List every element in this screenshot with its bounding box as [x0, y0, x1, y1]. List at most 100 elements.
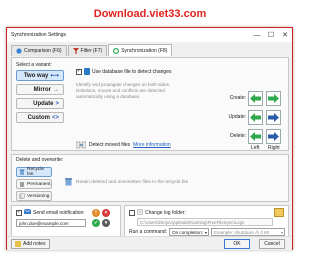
mirror-button[interactable]: Mirror → — [16, 84, 64, 95]
delete-right-arrow-icon — [268, 132, 279, 141]
green-arrow-left-icon — [250, 94, 261, 103]
sync-icon — [113, 47, 120, 54]
more-info-link[interactable]: More information — [133, 142, 171, 148]
minimize-button[interactable]: — — [250, 32, 264, 39]
update-right-button[interactable] — [266, 110, 281, 125]
versioning-label: Versioning — [27, 193, 50, 199]
email-dropdown-button[interactable]: ▾ — [102, 219, 110, 227]
tab-synchronization[interactable]: Synchronization (F8) — [108, 44, 173, 56]
update-arrow-icon: > — [55, 100, 59, 107]
delete-right-button[interactable] — [266, 129, 281, 144]
detect-moved-icon — [75, 141, 87, 149]
update-button[interactable]: Update > — [16, 98, 64, 109]
use-database-label: Use database file to detect changes — [92, 68, 172, 75]
log-folder-path[interactable]: C:\Users\Zenju\AppData\Roaming\FreeFileS… — [137, 218, 273, 226]
banner-text: Download.viet33.com — [93, 8, 207, 20]
dialog-footer: Add notes OK Cancel — [7, 236, 292, 250]
sync-settings-dialog: Synchronization Settings — ☐ ✕ Compariso… — [6, 27, 293, 250]
ok-button[interactable]: OK — [224, 239, 250, 249]
settings-tabs: Comparison (F6) Filter (F7) Synchronizat… — [11, 44, 173, 56]
run-command-input[interactable]: Example: shutdown /s /t 60 ▾ — [211, 228, 285, 236]
run-command-placeholder: Example: shutdown /s /t 60 — [214, 230, 270, 235]
create-label: Create: — [229, 95, 246, 101]
detect-moved-label: Detect moved files — [89, 142, 131, 148]
create-left-button[interactable] — [248, 91, 263, 106]
update-left-button[interactable] — [248, 110, 263, 125]
permanent-delete-icon — [19, 181, 25, 187]
tab-comparison-label: Comparison (F6) — [24, 48, 62, 54]
mirror-label: Mirror — [33, 86, 51, 93]
tab-synchronization-label: Synchronization (F8) — [121, 47, 168, 54]
versioning-icon — [19, 193, 25, 199]
delete-left-arrow-icon — [250, 132, 261, 141]
variant-description: Identify and propagate changes on both s… — [76, 82, 171, 99]
email-warning-button[interactable]: ! — [92, 209, 100, 217]
versioning-button[interactable]: Versioning — [16, 191, 52, 201]
recycle-bin-large-icon — [64, 177, 73, 188]
chevron-down-icon: ▾ — [104, 220, 108, 226]
delete-left-button[interactable] — [248, 129, 263, 144]
two-way-button[interactable]: Two way ⟷ — [16, 70, 64, 81]
left-column-label: Left — [251, 145, 260, 151]
database-icon — [84, 68, 90, 75]
email-panel: ✓ Send email notification: john.doe@exam… — [11, 205, 121, 237]
success-icon: ✓ — [93, 220, 99, 226]
filter-icon — [72, 48, 79, 54]
tab-filter-label: Filter (F7) — [80, 48, 103, 54]
log-folder-checkbox[interactable] — [129, 210, 135, 216]
right-column-label: Right — [268, 145, 280, 151]
tab-filter[interactable]: Filter (F7) — [67, 45, 108, 56]
variant-title: Select a variant: — [16, 62, 52, 68]
close-button[interactable]: ✕ — [278, 31, 292, 39]
use-database-checkbox[interactable]: ✓ — [76, 68, 82, 75]
warning-icon: ! — [95, 210, 97, 216]
log-folder-label: Change log folder: — [145, 210, 186, 216]
two-way-arrow-icon: ⟷ — [50, 73, 59, 79]
update-right-arrow-icon — [268, 113, 279, 122]
error-icon: × — [104, 210, 108, 216]
create-right-button[interactable] — [266, 91, 281, 106]
chevron-down-icon: ▾ — [204, 230, 207, 235]
update-action-label: Update: — [228, 114, 246, 120]
cancel-button[interactable]: Cancel — [259, 239, 285, 249]
mail-icon — [23, 208, 32, 216]
detect-moved-row: Detect moved files More information — [75, 140, 180, 150]
two-way-label: Two way — [23, 72, 49, 79]
tab-comparison[interactable]: Comparison (F6) — [11, 45, 67, 56]
add-notes-button[interactable]: Add notes — [11, 239, 50, 249]
recycle-bin-label: Recycle bin — [27, 167, 45, 177]
delete-label: Delete: — [230, 133, 246, 139]
email-success-button[interactable]: ✓ — [92, 219, 100, 227]
title-bar: Synchronization Settings — ☐ ✕ — [7, 28, 292, 42]
email-error-button[interactable]: × — [102, 209, 110, 217]
run-command-when-select[interactable]: On completion: ▾ — [169, 228, 209, 236]
run-command-label: Run a command: — [129, 229, 168, 235]
note-icon — [15, 241, 21, 247]
permanent-label: Permanent — [27, 181, 51, 187]
log-panel: Change log folder: C:\Users\Zenju\AppDat… — [124, 205, 289, 237]
delete-overwrite-panel: Delete and overwrite: Recycle bin Perman… — [11, 154, 289, 202]
recycle-bin-button[interactable]: Recycle bin — [16, 167, 52, 177]
permanent-button[interactable]: Permanent — [16, 179, 52, 189]
update-label: Update — [33, 100, 54, 107]
custom-arrow-icon: <> — [51, 114, 59, 121]
window-title: Synchronization Settings — [11, 32, 67, 38]
variant-panel: Select a variant: Two way ⟷ Mirror → Upd… — [11, 57, 289, 151]
custom-button[interactable]: Custom <> — [16, 112, 64, 123]
comparison-icon — [16, 48, 22, 54]
delete-overwrite-title: Delete and overwrite: — [16, 157, 64, 163]
log-folder-icon — [137, 209, 143, 217]
email-notification-label: Send email notification: — [33, 209, 85, 216]
email-checkbox[interactable]: ✓ — [16, 209, 22, 216]
maximize-button[interactable]: ☐ — [264, 31, 278, 39]
site-banner: Download.viet33.com — [6, 4, 294, 24]
chevron-down-icon: ▾ — [280, 230, 283, 235]
custom-label: Custom — [27, 114, 50, 121]
delete-description-row: Retain deleted and overwritten files in … — [64, 177, 188, 188]
use-database-option: ✓ Use database file to detect changes — [76, 68, 172, 75]
email-address-input[interactable]: john.doe@example.com — [16, 219, 86, 227]
log-folder-row: Change log folder: — [129, 209, 186, 217]
browse-folder-button[interactable] — [274, 208, 284, 217]
mirror-arrow-icon: → — [53, 86, 59, 93]
recycle-bin-icon — [19, 169, 25, 175]
